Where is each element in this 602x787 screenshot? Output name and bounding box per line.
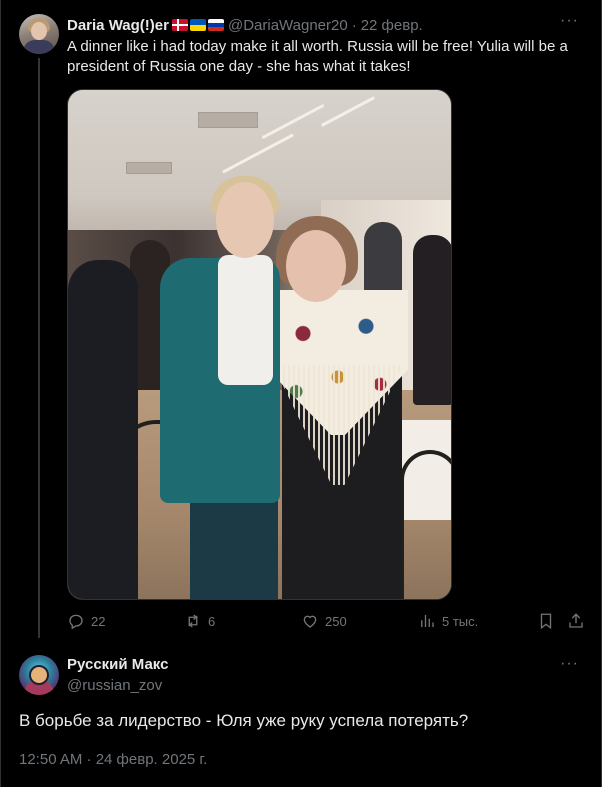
more-options-button[interactable]: ··· <box>560 12 579 30</box>
tweet-text: A dinner like i had today make it all wo… <box>67 38 568 75</box>
reply-author-avatar[interactable] <box>19 655 59 695</box>
avatar-face <box>31 22 47 40</box>
avatar-head <box>29 665 49 685</box>
photo-ceiling-vent <box>198 112 258 128</box>
author-flags <box>171 19 224 31</box>
photo-foreground-person <box>68 260 138 599</box>
share-button[interactable] <box>567 612 585 630</box>
reply-icon <box>69 614 83 630</box>
reply-more-options-button[interactable]: ··· <box>560 655 579 673</box>
repost-count: 6 <box>208 613 216 629</box>
photo-ceiling-vent <box>126 162 172 174</box>
views-button[interactable]: 5 тыс. <box>418 612 478 630</box>
tweet-header: Daria Wag(!)er @DariaWagner20 · 22 февр. <box>67 15 423 35</box>
share-icon <box>569 613 583 628</box>
author-avatar[interactable] <box>19 14 59 54</box>
tweet-action-bar: 22 6 250 5 тыс. <box>67 612 587 632</box>
photo-background-person <box>413 235 451 405</box>
photo-woman-left-shirt <box>218 255 273 385</box>
views-chart-icon <box>421 615 434 627</box>
reply-author-handle[interactable]: @russian_zov <box>67 677 162 694</box>
separator-dot: · <box>351 16 357 34</box>
avatar-shirt <box>23 40 55 54</box>
tweet-photo[interactable] <box>67 89 452 600</box>
photo-chair <box>400 450 451 599</box>
reply-author-name[interactable]: Русский Макс <box>67 656 168 673</box>
photo-woman-right-face <box>286 230 346 302</box>
ukraine-flag-icon <box>189 19 206 31</box>
tweet-date[interactable]: 22 февр. <box>361 17 423 34</box>
repost-icon <box>188 614 198 628</box>
thread-connector-line <box>38 58 40 638</box>
repost-button[interactable]: 6 <box>184 612 215 630</box>
heart-icon <box>303 615 317 628</box>
author-name[interactable]: Daria Wag(!)er <box>67 17 169 34</box>
reply-timestamp[interactable]: 12:50 AM · 24 февр. 2025 г. <box>19 751 207 768</box>
reply-button[interactable]: 22 <box>67 612 105 630</box>
like-button[interactable]: 250 <box>301 612 347 630</box>
bookmark-icon <box>540 613 552 630</box>
reply-count: 22 <box>91 613 106 629</box>
photo-woman-left-face <box>216 182 274 258</box>
denmark-flag-icon <box>171 19 188 31</box>
bookmark-button[interactable] <box>537 612 555 630</box>
views-count: 5 тыс. <box>442 613 479 629</box>
like-count: 250 <box>325 613 347 629</box>
author-handle[interactable]: @DariaWagner20 <box>228 17 348 34</box>
russia-flag-icon <box>207 19 224 31</box>
tweet-thread: Daria Wag(!)er @DariaWagner20 · 22 февр.… <box>0 0 602 787</box>
reply-text: В борьбе за лидерство - Юля уже руку усп… <box>19 711 469 730</box>
